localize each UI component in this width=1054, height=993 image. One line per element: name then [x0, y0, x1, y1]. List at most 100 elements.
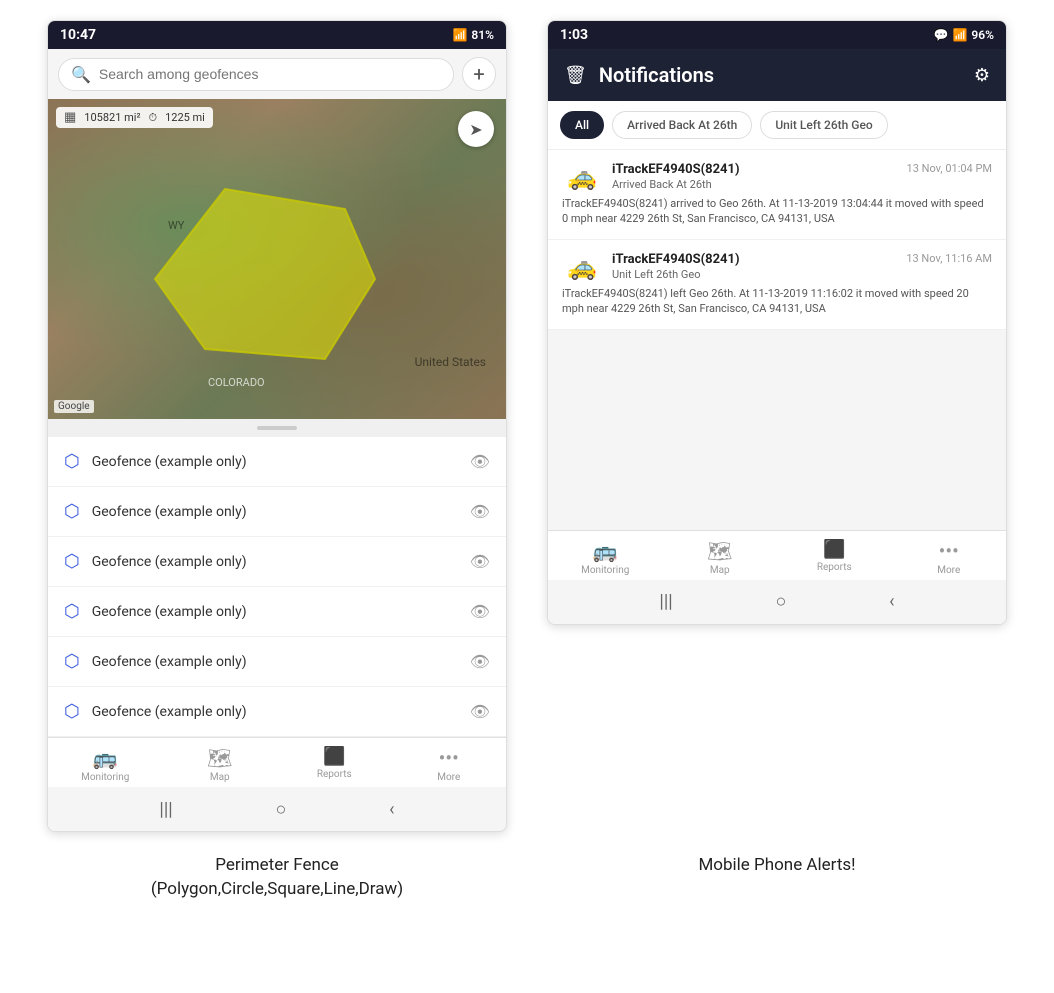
- notif-time-2: 13 Nov, 11:16 AM: [906, 252, 992, 265]
- filter-tabs: All Arrived Back At 26th Unit Left 26th …: [548, 101, 1006, 150]
- r-monitoring-icon: 🚌: [593, 539, 618, 563]
- left-bottom-nav: 🚌 Monitoring 🗺 Map ⬛ Reports ••• More: [48, 737, 506, 787]
- list-item[interactable]: ⬡ Geofence (example only) 👁: [48, 637, 506, 687]
- notif-device-1: iTrackEF4940S(8241): [612, 162, 740, 177]
- android-home-icon[interactable]: ○: [275, 799, 286, 820]
- scroll-pill: [257, 426, 297, 430]
- filter-all[interactable]: All: [560, 111, 604, 139]
- notif-subtitle-1: Arrived Back At 26th: [612, 178, 992, 191]
- visibility-icon-1[interactable]: 👁: [470, 452, 490, 471]
- car-icon-1: 🚕: [562, 162, 602, 192]
- geo-icon-3: ⬡: [64, 551, 80, 572]
- nav-map-right[interactable]: 🗺 Map: [663, 539, 778, 576]
- filter-left[interactable]: Unit Left 26th Geo: [760, 111, 887, 139]
- battery-text: 81%: [471, 28, 494, 42]
- settings-icon[interactable]: ⚙: [974, 65, 990, 86]
- map-stats: ▦ 105821 mi² ⏱ 1225 mi: [56, 107, 213, 128]
- search-icon: 🔍: [71, 65, 91, 84]
- notif-title: Notifications: [599, 63, 962, 87]
- search-input[interactable]: [99, 66, 441, 82]
- search-area: 🔍 +: [48, 49, 506, 99]
- nav-reports-left[interactable]: ⬛ Reports: [277, 746, 392, 783]
- nav-reports-right[interactable]: ⬛ Reports: [777, 539, 892, 576]
- map-label: Map: [210, 772, 230, 783]
- r-android-home-icon[interactable]: ○: [775, 591, 786, 612]
- visibility-icon-3[interactable]: 👁: [470, 552, 490, 571]
- list-item[interactable]: ⬡ Geofence (example only) 👁: [48, 437, 506, 487]
- android-menu-icon[interactable]: |||: [159, 799, 172, 820]
- notif-info-1: iTrackEF4940S(8241) 13 Nov, 01:04 PM Arr…: [612, 162, 992, 191]
- notif-name-time-2: iTrackEF4940S(8241) 13 Nov, 11:16 AM: [612, 252, 992, 267]
- geo-name-5: Geofence (example only): [92, 654, 458, 670]
- right-caption: Mobile Phone Alerts!: [547, 854, 1007, 902]
- clock-icon: ⏱: [148, 111, 157, 125]
- notif-device-2: iTrackEF4940S(8241): [612, 252, 740, 267]
- list-item[interactable]: ⬡ Geofence (example only) 👁: [48, 537, 506, 587]
- list-item[interactable]: ⬡ Geofence (example only) 👁: [48, 587, 506, 637]
- hatch-icon: ▦: [64, 110, 76, 125]
- r-reports-label: Reports: [817, 562, 852, 573]
- list-item[interactable]: ⬡ Geofence (example only) 👁: [48, 687, 506, 737]
- geo-icon-6: ⬡: [64, 701, 80, 722]
- notif-subtitle-2: Unit Left 26th Geo: [612, 268, 992, 281]
- notif-info-2: iTrackEF4940S(8241) 13 Nov, 11:16 AM Uni…: [612, 252, 992, 281]
- right-bottom-nav: 🚌 Monitoring 🗺 Map ⬛ Reports ••• More: [548, 530, 1006, 580]
- r-reports-icon: ⬛: [823, 539, 845, 560]
- left-time: 10:47: [60, 27, 96, 43]
- nav-more-left[interactable]: ••• More: [392, 746, 507, 783]
- notif-name-time-1: iTrackEF4940S(8241) 13 Nov, 01:04 PM: [612, 162, 992, 177]
- visibility-icon-4[interactable]: 👁: [470, 602, 490, 621]
- notif-body-2: iTrackEF4940S(8241) left Geo 26th. At 11…: [562, 286, 992, 317]
- co-label: COLORADO: [208, 376, 265, 389]
- nav-monitoring-left[interactable]: 🚌 Monitoring: [48, 746, 163, 783]
- geo-name-1: Geofence (example only): [92, 454, 458, 470]
- r-android-menu-icon[interactable]: |||: [659, 591, 672, 612]
- notif-top-1: 🚕 iTrackEF4940S(8241) 13 Nov, 01:04 PM A…: [562, 162, 992, 192]
- geo-icon-4: ⬡: [64, 601, 80, 622]
- nav-map-left[interactable]: 🗺 Map: [163, 746, 278, 783]
- taxi-icon: 🚕: [567, 163, 597, 191]
- monitoring-icon: 🚌: [93, 746, 118, 770]
- add-button[interactable]: +: [462, 57, 496, 91]
- list-item[interactable]: ⬡ Geofence (example only) 👁: [48, 487, 506, 537]
- geo-icon-5: ⬡: [64, 651, 80, 672]
- notif-item-1[interactable]: 🚕 iTrackEF4940S(8241) 13 Nov, 01:04 PM A…: [548, 150, 1006, 240]
- right-android-nav: ||| ○ ‹: [548, 580, 1006, 624]
- notif-list: 🚕 iTrackEF4940S(8241) 13 Nov, 01:04 PM A…: [548, 150, 1006, 530]
- notif-time-1: 13 Nov, 01:04 PM: [907, 162, 992, 175]
- geofence-polygon: [145, 179, 385, 379]
- nav-monitoring-right[interactable]: 🚌 Monitoring: [548, 539, 663, 576]
- wy-label: WY: [168, 219, 184, 232]
- left-caption: Perimeter Fence(Polygon,Circle,Square,Li…: [47, 854, 507, 902]
- map-area: 105821 mi²: [84, 111, 140, 124]
- right-caption-text: Mobile Phone Alerts!: [698, 855, 855, 875]
- car-emoji-2: 🚕: [567, 253, 597, 281]
- reports-label: Reports: [317, 769, 352, 780]
- visibility-icon-2[interactable]: 👁: [470, 502, 490, 521]
- geo-name-3: Geofence (example only): [92, 554, 458, 570]
- filter-arrived[interactable]: Arrived Back At 26th: [612, 111, 752, 139]
- reports-icon: ⬛: [323, 746, 345, 767]
- notif-empty-area: [548, 330, 1006, 530]
- notif-item-2[interactable]: 🚕 iTrackEF4940S(8241) 13 Nov, 11:16 AM U…: [548, 240, 1006, 330]
- wifi-icon: 📶: [452, 28, 467, 42]
- r-more-icon: •••: [939, 539, 959, 563]
- left-phone: 10:47 📶 81% 🔍 + ▦ 105821 mi² ⏱ 1225 mi: [47, 20, 507, 832]
- monitoring-label: Monitoring: [81, 772, 129, 783]
- nav-more-right[interactable]: ••• More: [892, 539, 1007, 576]
- geo-name-4: Geofence (example only): [92, 604, 458, 620]
- us-label: United States: [415, 355, 486, 369]
- visibility-icon-6[interactable]: 👁: [470, 702, 490, 721]
- visibility-icon-5[interactable]: 👁: [470, 652, 490, 671]
- left-status-icons: 📶 81%: [452, 28, 494, 42]
- delete-icon[interactable]: 🗑: [564, 65, 587, 86]
- r-android-back-icon[interactable]: ‹: [889, 591, 894, 612]
- geofence-list: ⬡ Geofence (example only) 👁 ⬡ Geofence (…: [48, 437, 506, 737]
- r-map-label: Map: [710, 565, 730, 576]
- right-time: 1:03: [560, 27, 588, 43]
- search-bar[interactable]: 🔍: [58, 58, 454, 91]
- map-view[interactable]: ▦ 105821 mi² ⏱ 1225 mi ➤ WY United State…: [48, 99, 506, 419]
- android-back-icon[interactable]: ‹: [389, 799, 394, 820]
- map-icon: 🗺: [207, 746, 232, 770]
- compass-button[interactable]: ➤: [458, 111, 494, 147]
